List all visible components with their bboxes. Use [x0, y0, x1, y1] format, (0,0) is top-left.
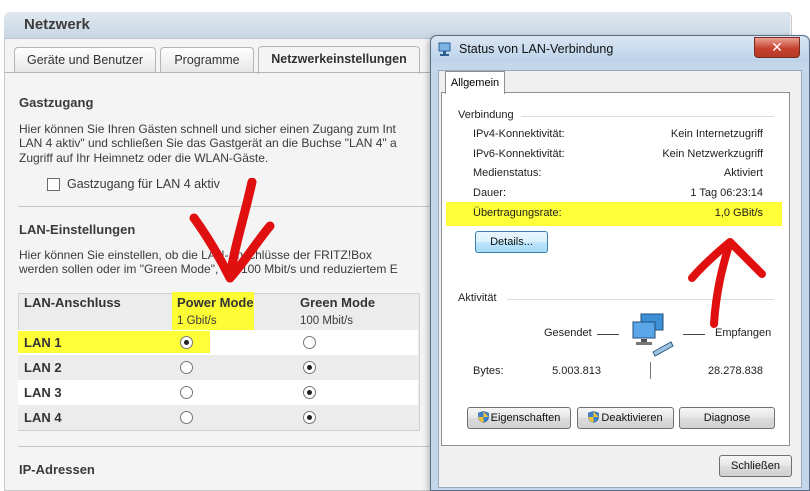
duration-label: Dauer:: [473, 187, 507, 199]
tab-allgemein[interactable]: Allgemein: [445, 71, 505, 94]
power-mode-radio[interactable]: [180, 361, 193, 374]
power-mode-radio[interactable]: [180, 411, 193, 424]
tab-programme[interactable]: Programme: [160, 47, 254, 73]
page-title: Netzwerk: [24, 16, 90, 33]
bytes-separator: [650, 362, 651, 379]
lan-port-label: LAN 2: [24, 360, 62, 375]
col-header-green-mode: Green Mode: [300, 295, 376, 310]
properties-button[interactable]: Eigenschaften: [467, 407, 571, 429]
network-computers-icon: [632, 313, 674, 357]
duration-value: 1 Tag 06:23:14: [690, 187, 763, 199]
transfer-rate-value: 1,0 GBit/s: [714, 207, 763, 219]
section-divider: [18, 446, 430, 447]
power-mode-radio[interactable]: [180, 386, 193, 399]
network-icon: [438, 42, 451, 56]
received-line: [683, 334, 705, 335]
table-row: [18, 405, 418, 430]
deactivate-button[interactable]: Deaktivieren: [577, 407, 674, 429]
lan-port-label: LAN 4: [24, 410, 62, 425]
guest-text-line3: Zugriff auf Ihr Heimnetz oder die WLAN-G…: [19, 151, 269, 165]
power-mode-radio[interactable]: [180, 336, 193, 349]
guest-heading: Gastzugang: [19, 95, 94, 110]
bytes-sent-value: 5.003.813: [552, 365, 601, 377]
shield-icon: [588, 411, 600, 423]
col-header-power-speed: 1 Gbit/s: [177, 315, 217, 327]
ipv6-value: Kein Netzwerkzugriff: [662, 148, 763, 160]
table-row: [18, 355, 418, 380]
ipv6-label: IPv6-Konnektivität:: [473, 148, 565, 160]
tab-geraete-und-benutzer[interactable]: Geräte und Benutzer: [14, 47, 156, 73]
media-status-value: Aktiviert: [723, 167, 763, 179]
ipv4-value: Kein Internetzugriff: [670, 128, 763, 140]
shield-icon: [477, 411, 489, 423]
close-icon[interactable]: ✕: [754, 37, 800, 58]
group-aktivitaet: Aktivität: [458, 292, 497, 304]
dialog-title: Status von LAN-Verbindung: [459, 42, 614, 56]
deactivate-label: Deaktivieren: [601, 412, 663, 424]
transfer-rate-label: Übertragungsrate:: [473, 207, 562, 219]
diagnose-button[interactable]: Diagnose: [679, 407, 775, 429]
col-header-green-speed: 100 Mbit/s: [300, 315, 354, 327]
green-mode-radio[interactable]: [303, 411, 316, 424]
table-row: [18, 380, 418, 405]
ipv4-label: IPv4-Konnektivität:: [473, 128, 565, 140]
annotation-arrow-up-icon: [688, 238, 766, 328]
close-button[interactable]: Schließen: [719, 455, 792, 477]
bytes-received-value: 28.278.838: [707, 365, 763, 377]
group-divider: [521, 116, 774, 117]
green-mode-radio[interactable]: [303, 386, 316, 399]
sent-line: [597, 334, 619, 335]
guest-text-line1: Hier können Sie Ihren Gästen schnell und…: [19, 122, 396, 136]
lan-port-label: LAN 3: [24, 385, 62, 400]
tab-netzwerkeinstellungen[interactable]: Netzwerkeinstellungen: [258, 46, 420, 74]
media-status-label: Medienstatus:: [473, 167, 542, 179]
lan-port-label: LAN 1: [24, 335, 62, 350]
details-button[interactable]: Details...: [475, 231, 548, 253]
ip-heading: IP-Adressen: [19, 462, 95, 477]
guest-access-checkbox[interactable]: [47, 178, 60, 191]
sent-label: Gesendet: [544, 327, 592, 339]
guest-text-line2: LAN 4 aktiv" und schließen Sie das Gastg…: [19, 136, 397, 150]
col-header-port: LAN-Anschluss: [24, 295, 121, 310]
annotation-arrow-down-icon: [189, 178, 275, 283]
bytes-label: Bytes:: [473, 365, 504, 377]
properties-label: Eigenschaften: [490, 412, 561, 424]
green-mode-radio[interactable]: [303, 336, 316, 349]
group-verbindung: Verbindung: [458, 109, 514, 121]
lan-heading: LAN-Einstellungen: [19, 222, 136, 237]
green-mode-radio[interactable]: [303, 361, 316, 374]
